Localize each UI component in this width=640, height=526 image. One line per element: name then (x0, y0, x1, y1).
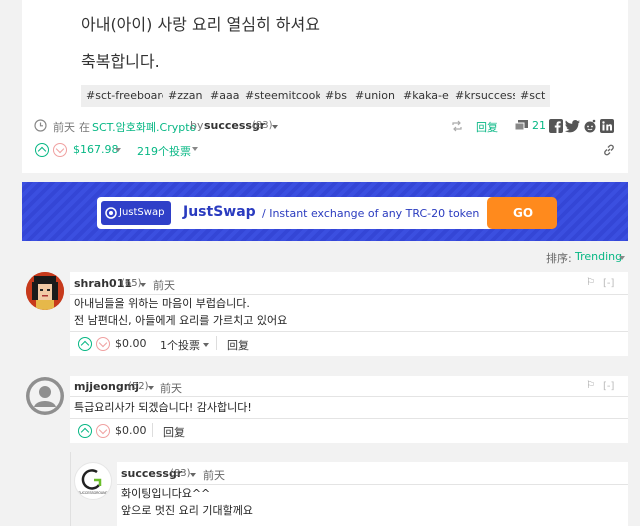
votes-caret-icon[interactable] (192, 147, 198, 151)
tag-steemitcook[interactable]: #steemitcook (240, 85, 327, 107)
comment-votes[interactable]: 1个投票 (160, 337, 200, 353)
comment-author-caret-icon[interactable] (190, 473, 196, 477)
tag-aaa[interactable]: #aaa (205, 85, 245, 107)
comment-author-rep: (65) (121, 278, 142, 289)
comment-text-line-2: 앞으로 멋진 요리 기대할께요 (121, 504, 253, 517)
avatar[interactable] (26, 272, 64, 310)
divider (117, 484, 628, 485)
divider (216, 336, 217, 350)
clock-icon (34, 119, 47, 132)
payout-caret-icon[interactable] (115, 148, 121, 152)
tag-bs[interactable]: #bs (320, 85, 352, 107)
tag-kaka-e[interactable]: #kaka-e (398, 85, 454, 107)
comment-upvote-button[interactable] (78, 337, 92, 351)
pixel-avatar-icon (26, 272, 64, 310)
comment-text-line-1: 특급요리사가 되겠습니다! 감사합니다! (74, 401, 252, 414)
divider (70, 294, 628, 295)
avatar[interactable] (26, 377, 64, 415)
collapse-toggle[interactable]: [-] (603, 381, 614, 392)
reddit-icon[interactable] (583, 119, 597, 133)
comment-payout[interactable]: $0.00 (115, 337, 147, 350)
tag-sct-freeboard[interactable]: #sct-freeboard (81, 85, 174, 107)
link-icon[interactable] (603, 144, 615, 156)
flag-icon[interactable]: ⚐ (586, 277, 595, 288)
sort-select[interactable]: Trending (575, 250, 622, 263)
author-menu-caret-icon[interactable] (272, 125, 278, 129)
post-time: 前天 (53, 121, 75, 134)
post-body-line-1: 아내(아이) 사랑 요리 열심히 하셔요 (81, 15, 320, 34)
banner-go-label: GO (513, 206, 534, 220)
post-payout[interactable]: $167.98 (73, 143, 119, 156)
successground-logo-text: SUCCESSGROUND (78, 491, 108, 495)
post-downvote-button[interactable] (53, 143, 67, 157)
sort-label: 排序: (546, 252, 572, 265)
comment-text-line-1: 화이팅입니다요^^ (121, 487, 211, 500)
tag-sct[interactable]: #sct (515, 85, 551, 107)
tag-krsuccess[interactable]: #krsuccess (450, 85, 524, 107)
comment-time[interactable]: 前天 (203, 467, 225, 483)
banner-tagline: / Instant exchange of any TRC-20 token (262, 207, 480, 220)
post-comment-count[interactable]: 21 (532, 119, 546, 132)
facebook-icon[interactable] (549, 119, 563, 133)
post-in-word: 在 (79, 121, 90, 134)
comment-reply-button[interactable]: 回复 (163, 424, 185, 440)
twitter-icon[interactable] (565, 120, 580, 133)
comment-time[interactable]: 前天 (153, 277, 175, 293)
successground-logo-icon: SUCCESSGROUND (78, 469, 108, 495)
justswap-logo-icon (105, 207, 117, 219)
comment-author-caret-icon[interactable] (140, 283, 146, 287)
comments-icon[interactable] (515, 120, 528, 132)
thread-line (70, 452, 71, 526)
reblog-icon[interactable] (451, 120, 463, 132)
post-body-line-2: 축복합니다. (81, 52, 160, 71)
comment-votes-caret-icon[interactable] (203, 343, 209, 347)
post-votes[interactable]: 219个投票 (137, 143, 191, 159)
divider (152, 423, 153, 437)
comment-payout[interactable]: $0.00 (115, 424, 147, 437)
divider (70, 396, 628, 397)
banner-title: JustSwap (183, 204, 256, 220)
divider (70, 418, 628, 419)
tag-zzan[interactable]: #zzan (163, 85, 208, 107)
default-user-icon (26, 377, 64, 415)
post-upvote-button[interactable] (35, 143, 49, 157)
post-community-link[interactable]: SCT.암호화폐.Crypto (92, 119, 196, 135)
comment-text-line-1: 아내님들을 위하는 마음이 부럽습니다. (74, 297, 250, 310)
flag-icon[interactable]: ⚐ (586, 380, 595, 391)
divider (70, 331, 628, 332)
post-author-rep: (83) (252, 120, 273, 131)
comment-downvote-button[interactable] (96, 337, 110, 351)
comment-author-rep: (52) (128, 381, 149, 392)
collapse-toggle[interactable]: [-] (603, 278, 614, 289)
linkedin-icon[interactable] (600, 119, 614, 133)
comment-text-line-2: 전 남편대신, 아들에게 요리를 가르치고 있어요 (74, 314, 288, 327)
comment-downvote-button[interactable] (96, 424, 110, 438)
comment-upvote-button[interactable] (78, 424, 92, 438)
comment-reply-button[interactable]: 回复 (227, 337, 249, 353)
tag-union[interactable]: #union (350, 85, 400, 107)
avatar[interactable]: SUCCESSGROUND (74, 462, 112, 500)
comment-author-caret-icon[interactable] (148, 386, 154, 390)
justswap-logo-text: JustSwap (119, 207, 165, 218)
post-reply-button[interactable]: 回复 (476, 119, 498, 135)
sort-caret-icon[interactable] (619, 256, 625, 260)
post-by-word: by (190, 119, 204, 132)
comment-time[interactable]: 前天 (160, 380, 182, 396)
comment-author-rep: (83) (170, 468, 191, 479)
